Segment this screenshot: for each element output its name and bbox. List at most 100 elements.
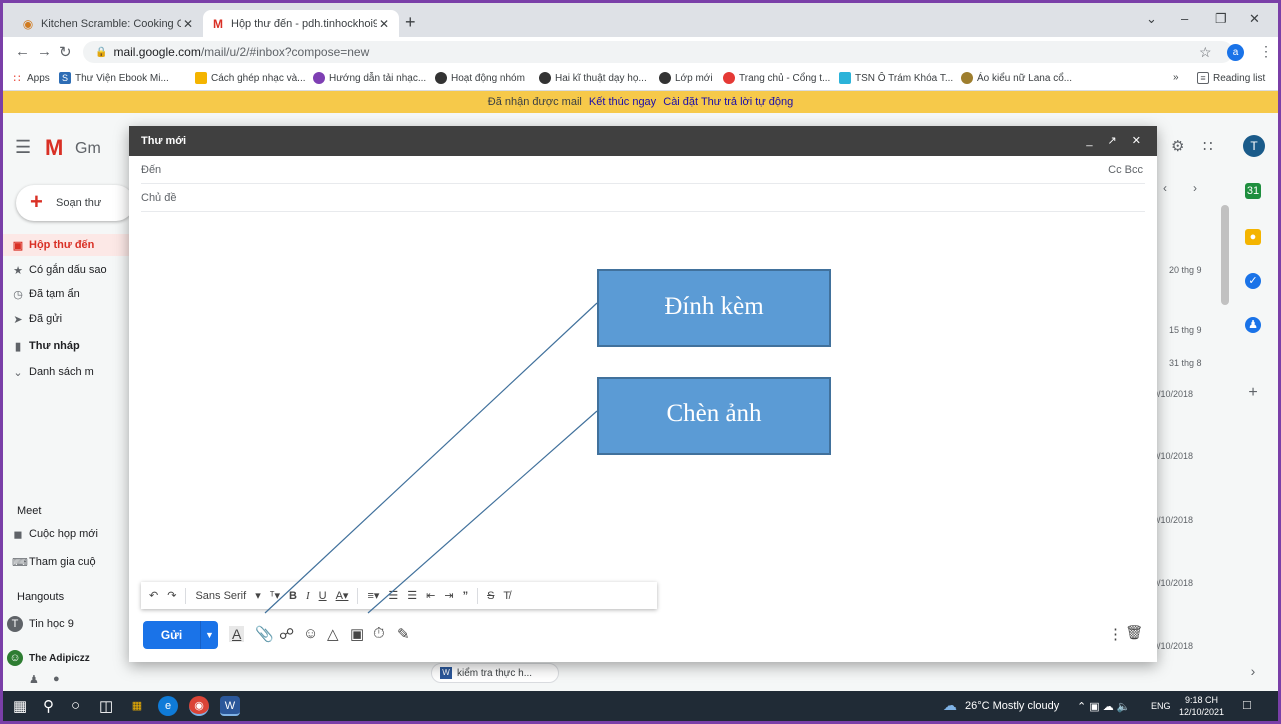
language-indicator[interactable]: ENG <box>1151 701 1171 711</box>
bold-icon[interactable]: B <box>289 590 297 602</box>
bookmark-star-icon[interactable]: ☆ <box>1199 44 1212 61</box>
browser-menu-icon[interactable]: ⋮ <box>1259 43 1273 60</box>
weather-icon[interactable]: ☁ <box>943 697 957 714</box>
tray-icons[interactable]: ⌃ ▣ ☁ 🔈 <box>1077 700 1130 713</box>
tab-search-icon[interactable]: ⌄ <box>1146 11 1157 27</box>
chevron-down-icon[interactable]: ▾ <box>255 589 261 602</box>
bookmark-item[interactable]: Trang chủ - Cổng t... <box>723 72 830 84</box>
tasks-icon[interactable]: ✓ <box>1245 273 1261 289</box>
bookmark-item[interactable]: S Thư Viện Ebook Mi... <box>59 72 169 84</box>
bookmark-item[interactable]: Hoạt động nhóm <box>435 72 525 84</box>
restore-button[interactable]: ❐ <box>1215 11 1227 27</box>
confidential-mode-icon[interactable]: ⏱ <box>373 625 385 642</box>
profile-avatar[interactable]: a <box>1227 44 1244 61</box>
bookmarks-overflow-icon[interactable]: » <box>1173 72 1179 83</box>
contacts-icon[interactable]: ♟ <box>1245 317 1261 333</box>
back-icon[interactable]: ← <box>15 43 30 60</box>
bookmark-item[interactable]: Cách ghép nhạc và... <box>195 72 306 84</box>
close-tab-icon[interactable]: ✕ <box>377 17 391 31</box>
quote-icon[interactable]: ” <box>463 590 469 602</box>
hangouts-user[interactable]: T Tin học 9 <box>3 613 143 635</box>
scrollbar[interactable] <box>1221 205 1229 305</box>
notifications-icon[interactable]: □ <box>1243 697 1251 712</box>
font-select[interactable]: Sans Serif <box>195 590 246 602</box>
bookmark-item[interactable]: Hai kĩ thuật dạy họ... <box>539 72 647 84</box>
attachment-chip[interactable]: W kiểm tra thực h... <box>431 663 559 683</box>
bookmark-apps[interactable]: ∷ Apps <box>11 72 50 85</box>
compose-window-controls[interactable]: _ ↗ ✕ <box>1086 134 1147 147</box>
attach-file-icon[interactable]: 📎 <box>255 625 274 643</box>
drive-icon[interactable]: △ <box>327 625 339 643</box>
to-field[interactable]: Đến Cc Bcc <box>141 156 1145 184</box>
sidebar-item-more[interactable]: ⌄ Danh sách m <box>3 361 143 383</box>
tab-gmail-inbox[interactable]: M Hộp thư đến - pdh.tinhockhoi9@ ✕ <box>203 10 399 37</box>
insert-photo-icon[interactable]: ▣ <box>350 625 364 643</box>
add-addon-icon[interactable]: + <box>1245 385 1261 401</box>
word-icon[interactable]: W <box>220 696 240 716</box>
subject-field[interactable]: Chủ đề <box>141 184 1145 212</box>
forward-icon[interactable]: → <box>37 43 52 60</box>
underline-icon[interactable]: U <box>319 590 327 602</box>
meet-new-meeting[interactable]: ◼ Cuộc họp mới <box>3 523 143 545</box>
apps-grid-icon[interactable]: ∷ <box>1203 137 1213 155</box>
expand-panel-icon[interactable]: › <box>1245 663 1261 679</box>
sidebar-item-sent[interactable]: ➤ Đã gửi <box>3 308 143 330</box>
main-menu-icon[interactable]: ☰ <box>15 137 31 158</box>
more-options-icon[interactable]: ⋮ <box>1108 625 1123 643</box>
send-options-icon[interactable]: ▼ <box>201 621 218 649</box>
reading-list-button[interactable]: ≡ Reading list <box>1197 72 1265 84</box>
next-page-icon[interactable]: › <box>1193 181 1197 195</box>
bulleted-list-icon[interactable]: ☰ <box>407 589 417 602</box>
hangouts-user-2[interactable]: ☺ The Adipiczz <box>3 647 143 669</box>
text-color-icon[interactable]: A▾ <box>336 589 349 602</box>
person-icon[interactable]: ♟ <box>29 673 39 686</box>
formatting-options-icon[interactable]: A <box>229 626 245 642</box>
edge-icon[interactable]: e <box>158 696 178 716</box>
align-icon[interactable]: ≡▾ <box>367 589 379 602</box>
meet-join[interactable]: ⌨ Tham gia cuộ <box>3 551 143 573</box>
bookmark-item[interactable]: Áo kiểu nữ Lana cổ... <box>961 72 1072 84</box>
notice-settings-link[interactable]: Cài đặt Thư trả lời tự động <box>663 96 793 108</box>
font-size-icon[interactable]: ᵀ▾ <box>270 589 280 602</box>
weather-text[interactable]: 26°C Mostly cloudy <box>965 700 1059 712</box>
reload-icon[interactable]: ↻ <box>59 43 72 61</box>
new-tab-button[interactable]: + <box>405 13 416 31</box>
discard-draft-icon[interactable]: 🗑 <box>1125 624 1143 641</box>
redo-icon[interactable]: ↷ <box>167 589 176 602</box>
chat-icon[interactable]: ● <box>53 673 60 685</box>
undo-icon[interactable]: ↶ <box>149 589 158 602</box>
clock[interactable]: 9:18 CH 12/10/2021 <box>1179 694 1224 718</box>
compose-button[interactable]: + Soạn thư <box>16 185 134 221</box>
bookmark-item[interactable]: TSN Ô Trám Khóa T... <box>839 72 953 84</box>
minimize-button[interactable]: – <box>1181 11 1188 26</box>
keep-icon[interactable]: ● <box>1245 229 1261 245</box>
search-icon[interactable]: ⚲ <box>43 697 54 715</box>
gmail-logo-icon[interactable]: M <box>45 135 63 161</box>
clear-formatting-icon[interactable]: T̸ <box>503 590 510 602</box>
sidebar-item-drafts[interactable]: ▮ Thư nháp <box>3 335 143 357</box>
tab-kitchen-scramble[interactable]: ◉ Kitchen Scramble: Cooking Game ✕ <box>13 10 203 37</box>
file-explorer-icon[interactable]: ▦ <box>127 696 147 716</box>
signature-icon[interactable]: ✎ <box>397 625 410 643</box>
insert-link-icon[interactable]: ☍ <box>279 625 294 643</box>
indent-more-icon[interactable]: ⇥ <box>444 589 453 602</box>
strikethrough-icon[interactable]: S <box>487 590 494 602</box>
cortana-icon[interactable]: ○ <box>71 697 80 714</box>
notice-end-link[interactable]: Kết thúc ngay <box>589 96 656 108</box>
sidebar-item-starred[interactable]: ★ Có gắn dấu sao <box>3 259 143 281</box>
address-bar[interactable]: 🔒 mail.google.com /mail/u/2/#inbox?compo… <box>83 41 1233 63</box>
settings-icon[interactable]: ⚙ <box>1171 137 1184 155</box>
send-button[interactable]: Gửi ▼ <box>143 621 218 649</box>
windows-start-icon[interactable]: ▦ <box>13 697 27 715</box>
bookmark-item[interactable]: Lớp mới <box>659 72 713 84</box>
chrome-icon[interactable]: ◉ <box>189 696 209 716</box>
emoji-icon[interactable]: ☺ <box>303 625 318 642</box>
account-avatar[interactable]: T <box>1243 135 1265 157</box>
numbered-list-icon[interactable]: ☰ <box>388 589 398 602</box>
sidebar-item-inbox[interactable]: ▣ Hộp thư đến <box>3 234 143 256</box>
bookmark-item[interactable]: Hướng dẫn tải nhạc... <box>313 72 426 84</box>
close-window-button[interactable]: ✕ <box>1249 11 1260 27</box>
indent-less-icon[interactable]: ⇤ <box>426 589 435 602</box>
sidebar-item-snoozed[interactable]: ◷ Đã tạm ẩn <box>3 283 143 305</box>
italic-icon[interactable]: I <box>306 590 310 602</box>
